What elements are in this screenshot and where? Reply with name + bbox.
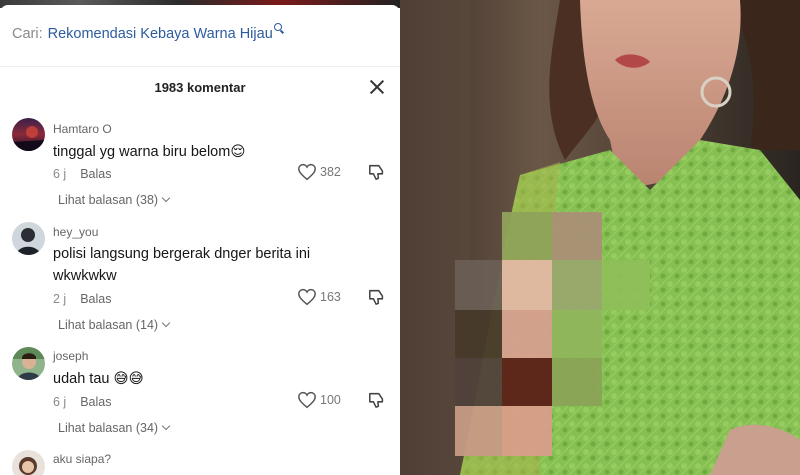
view-replies-link[interactable]: Lihat balasan (38) [58,193,171,207]
view-replies-label: Lihat balasan (14) [58,318,159,332]
comment-username[interactable]: aku siapa? [53,452,111,466]
dislike-button[interactable] [368,163,386,186]
search-prefix: Cari: [12,26,43,42]
avatar[interactable] [12,347,45,380]
comment-count: 1983 komentar [154,80,246,95]
comment-text: tinggal yg warna biru belom😌 [53,144,246,160]
like-count: 382 [320,165,341,179]
comment-username[interactable]: hey_you [53,225,98,239]
comment-meta: 6 j Balas [53,395,111,409]
comment-time: 6 j [53,395,67,409]
avatar[interactable] [12,118,45,151]
dislike-icon [369,164,384,180]
comments-panel: Cari: Rekomendasi Kebaya Warna Hijau 198… [0,0,400,475]
chevron-down-icon [161,193,171,203]
close-icon[interactable] [369,79,385,95]
comment-text: polisi langsung bergerak dnger berita in… [53,246,311,284]
like-count: 163 [320,290,341,304]
comment-username[interactable]: Hamtaro O [53,122,112,136]
video-frame [400,0,800,475]
dislike-icon [369,392,384,408]
dislike-button[interactable] [368,391,386,414]
comment-username[interactable]: joseph [53,349,88,363]
heart-icon [298,163,316,181]
reply-button[interactable]: Balas [80,395,111,409]
view-replies-link[interactable]: Lihat balasan (34) [58,421,171,435]
like-button[interactable]: 163 [297,288,341,306]
view-replies-link[interactable]: Lihat balasan (14) [58,318,171,332]
like-count: 100 [320,393,341,407]
comment-time: 2 j [53,292,67,306]
chevron-down-icon [161,318,171,328]
panel-top-edge [0,5,400,13]
avatar[interactable] [12,450,45,475]
dislike-button[interactable] [368,288,386,311]
heart-icon [298,391,316,409]
comment-meta: 2 j Balas [53,292,111,306]
comment-text: udah tau 😅😅 [53,371,144,387]
chevron-down-icon [161,421,171,431]
avatar[interactable] [12,222,45,255]
heart-icon [298,288,316,306]
search-query-link[interactable]: Rekomendasi Kebaya Warna Hijau [48,26,273,42]
like-button[interactable]: 100 [297,391,341,409]
comment-meta: 6 j Balas [53,167,111,181]
dislike-icon [369,289,384,305]
like-button[interactable]: 382 [297,163,341,181]
view-replies-label: Lihat balasan (38) [58,193,159,207]
video-image [400,0,800,475]
comment-time: 6 j [53,167,67,181]
view-replies-label: Lihat balasan (34) [58,421,159,435]
divider [0,66,400,67]
reply-button[interactable]: Balas [80,167,111,181]
search-suggestion[interactable]: Cari: Rekomendasi Kebaya Warna Hijau [12,23,282,48]
reply-button[interactable]: Balas [80,292,111,306]
search-icon [273,23,282,31]
